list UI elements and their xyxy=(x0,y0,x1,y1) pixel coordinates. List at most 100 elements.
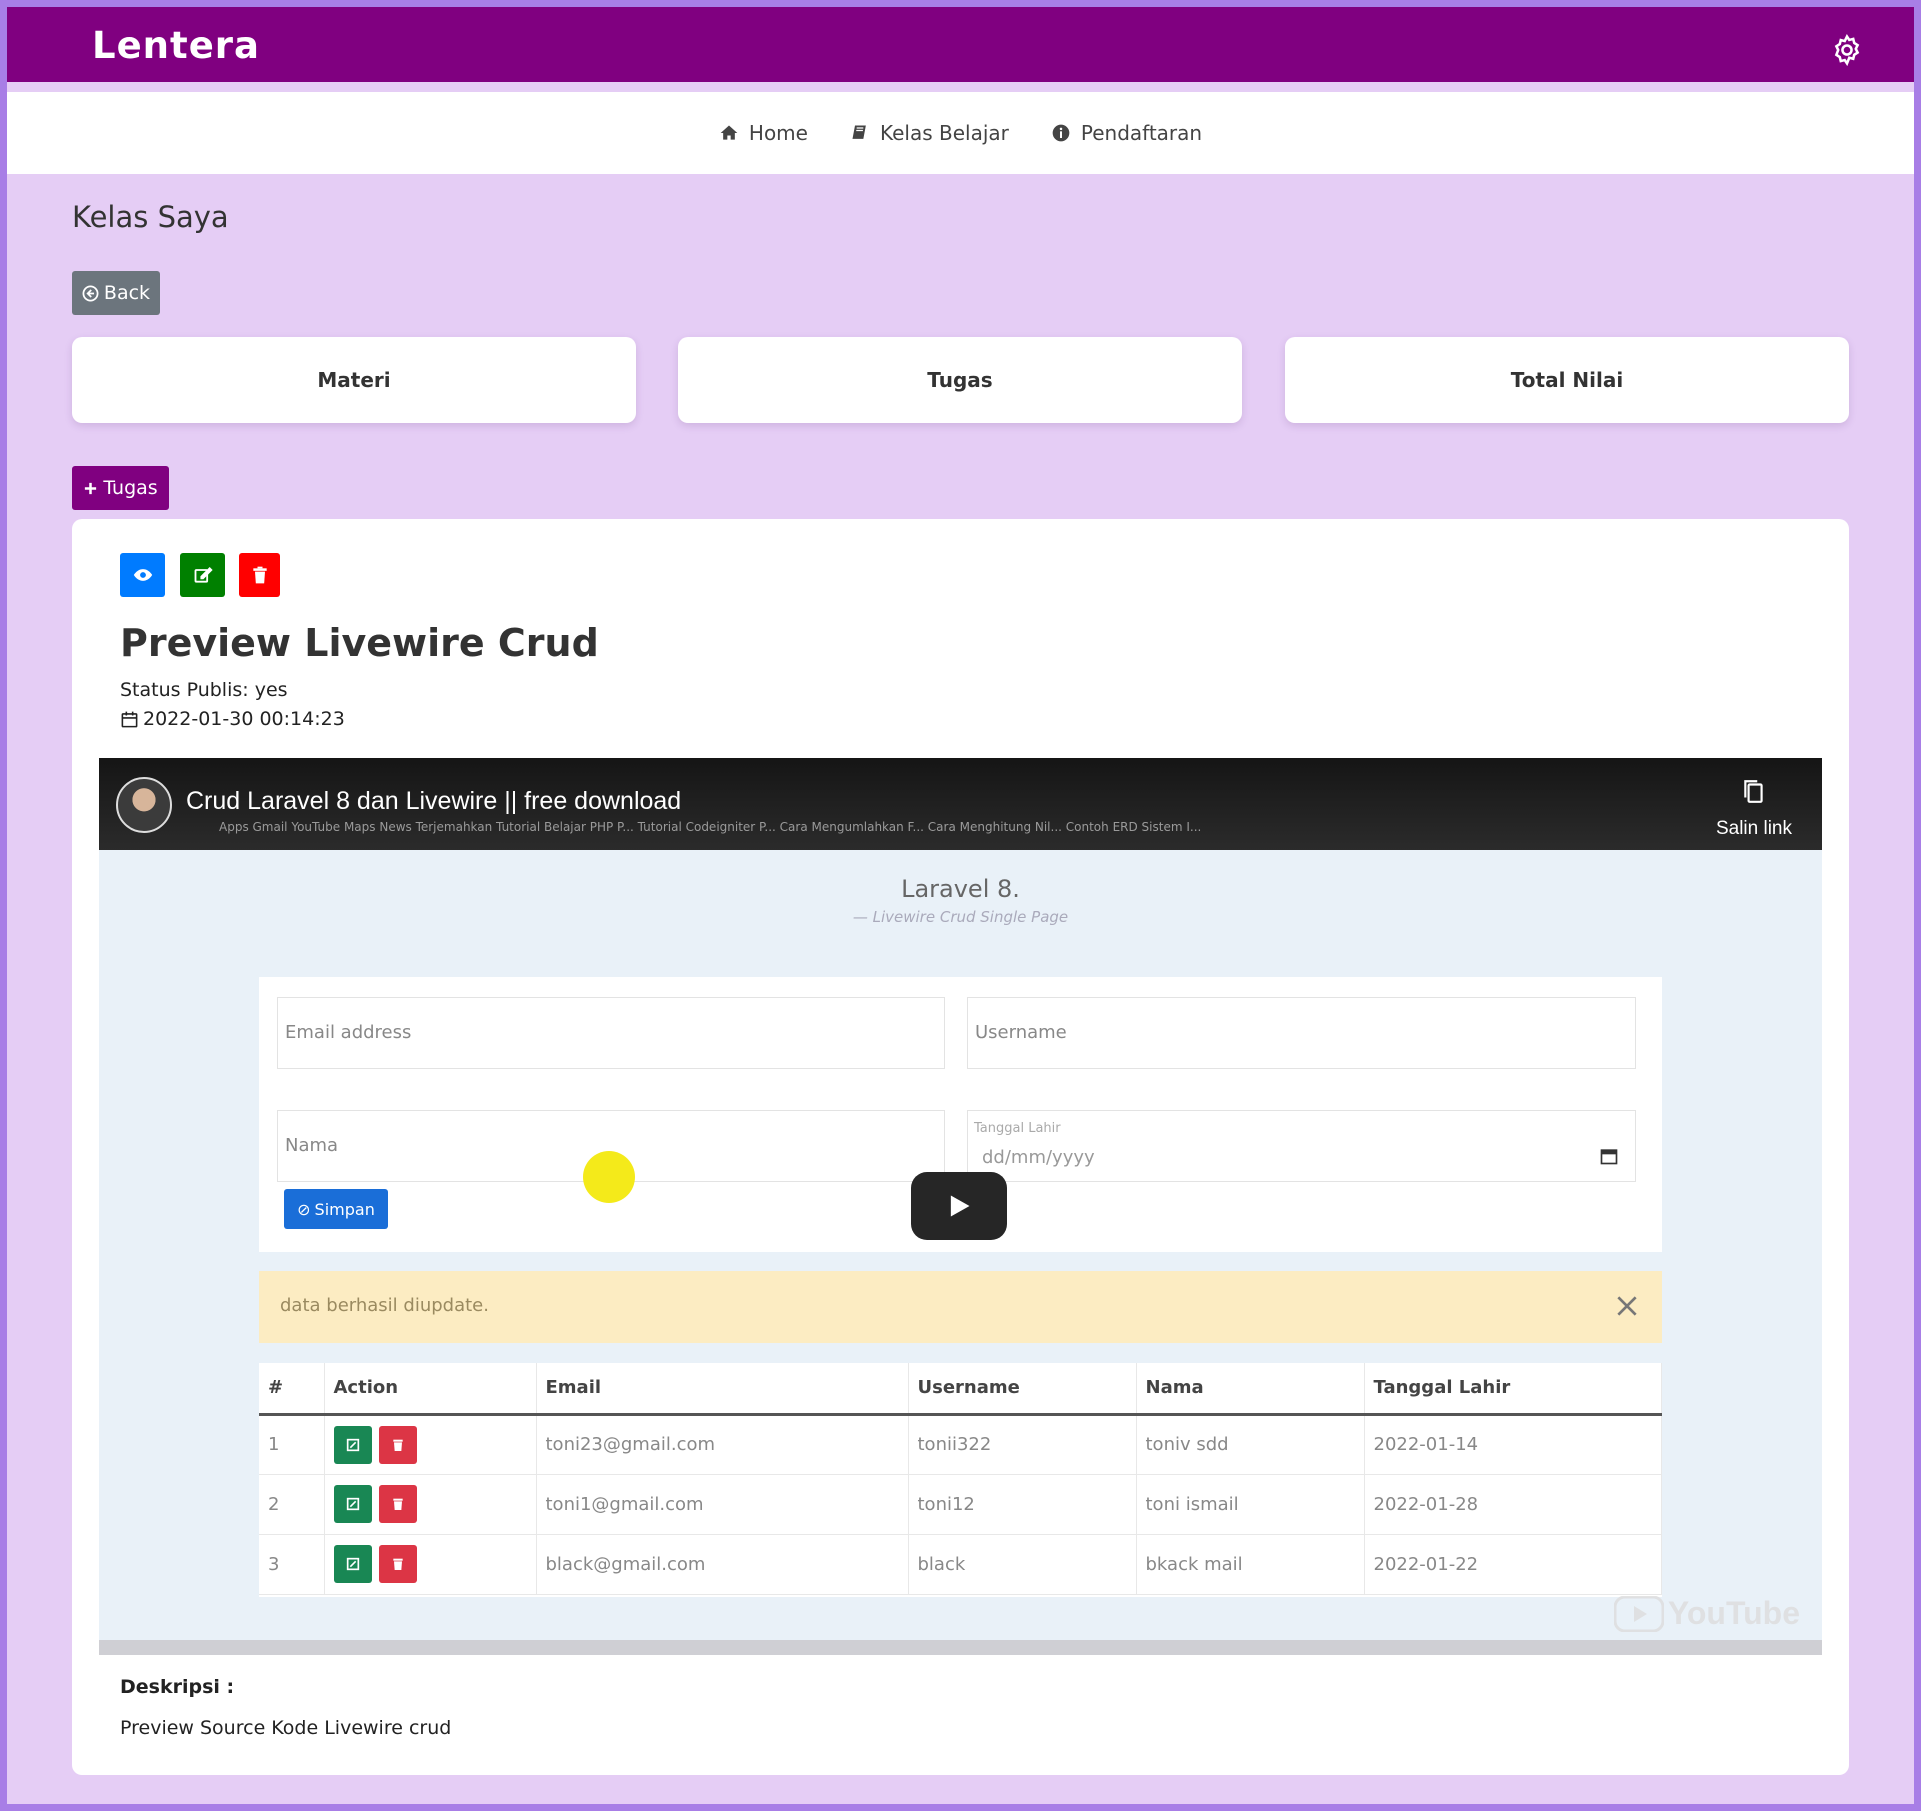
cell-number: 1 xyxy=(259,1414,325,1475)
eye-icon xyxy=(133,569,152,581)
video-app-title: Laravel 8. xyxy=(901,875,1020,903)
post-date-value: 2022-01-30 00:14:23 xyxy=(143,708,345,730)
edit-icon xyxy=(346,1438,359,1451)
edit-icon xyxy=(346,1557,359,1571)
edit-icon xyxy=(194,567,213,583)
success-alert: data berhasil diupdate. xyxy=(259,1271,1662,1343)
table-header-row: # Action Email Username Nama Tanggal Lah… xyxy=(259,1363,1662,1416)
table-row: 3 black@gmail.com black bkack mail 2022-… xyxy=(259,1534,1662,1595)
cell-username: toni12 xyxy=(908,1474,1137,1535)
tab-total-nilai[interactable]: Total Nilai xyxy=(1285,337,1849,423)
nav-home-label: Home xyxy=(748,121,808,145)
cell-username: black xyxy=(908,1534,1137,1595)
row-edit-button xyxy=(333,1425,372,1464)
row-edit-button xyxy=(333,1485,372,1523)
nav-kelas-belajar-label: Kelas Belajar xyxy=(879,121,1009,145)
user-table: # Action Email Username Nama Tanggal Lah… xyxy=(259,1363,1662,1595)
row-delete-button xyxy=(378,1485,417,1523)
col-username: Username xyxy=(908,1363,1137,1416)
trash-icon xyxy=(392,1498,403,1510)
video-app-subtitle: — Livewire Crud Single Page xyxy=(852,908,1069,926)
cell-action xyxy=(324,1534,537,1595)
table-row: 1 toni23@gmail.com tonii322 toniv sdd 20… xyxy=(259,1414,1662,1475)
tanggal-lahir-field: Tanggal Lahir dd/mm/yyyy xyxy=(967,1110,1636,1182)
mouse-cursor-highlight xyxy=(583,1151,635,1203)
table-row: 2 toni1@gmail.com toni12 toni ismail 202… xyxy=(259,1474,1662,1535)
cell-email: black@gmail.com xyxy=(536,1534,909,1595)
cell-action xyxy=(324,1474,537,1535)
cell-tanggal-lahir: 2022-01-28 xyxy=(1364,1474,1662,1535)
cell-nama: toni ismail xyxy=(1136,1474,1365,1535)
trash-icon xyxy=(252,566,267,584)
cell-tanggal-lahir: 2022-01-14 xyxy=(1364,1414,1662,1475)
col-action: Action xyxy=(324,1363,537,1416)
cell-nama: bkack mail xyxy=(1136,1534,1365,1595)
edit-button[interactable] xyxy=(180,553,225,597)
col-email: Email xyxy=(536,1363,909,1416)
view-button[interactable] xyxy=(120,553,165,597)
tanggal-lahir-label: Tanggal Lahir xyxy=(974,1121,1061,1136)
row-delete-button xyxy=(378,1425,417,1464)
youtube-watermark[interactable]: YouTube xyxy=(1613,1595,1800,1632)
youtube-watermark-text: YouTube xyxy=(1667,1595,1800,1631)
col-number: # xyxy=(259,1363,325,1416)
copy-link-label[interactable]: Salin link xyxy=(1716,818,1792,840)
gear-icon[interactable] xyxy=(1830,33,1864,67)
calendar-icon xyxy=(121,711,138,727)
check-circle-icon: ⊘ xyxy=(297,1199,311,1219)
email-field: Email address xyxy=(277,997,945,1069)
plus-icon xyxy=(85,482,97,494)
delete-button[interactable] xyxy=(239,553,280,597)
nav-home[interactable]: Home xyxy=(719,121,808,145)
cell-action xyxy=(324,1414,537,1475)
video-bookmarks-bar: Apps Gmail YouTube Maps News Terjemahkan… xyxy=(219,820,1202,834)
tab-tugas[interactable]: Tugas xyxy=(678,337,1242,423)
youtube-logo-icon xyxy=(1613,1595,1664,1632)
col-tanggal-lahir: Tanggal Lahir xyxy=(1364,1363,1662,1416)
save-label: Simpan xyxy=(314,1199,375,1219)
tanggal-lahir-value: dd/mm/yyyy xyxy=(982,1147,1095,1168)
cell-username: tonii322 xyxy=(908,1414,1137,1475)
cell-nama: toniv sdd xyxy=(1136,1414,1365,1475)
video-embed[interactable]: Apps Gmail YouTube Maps News Terjemahkan… xyxy=(99,758,1822,1655)
play-icon xyxy=(950,1195,970,1217)
info-icon xyxy=(1052,124,1070,142)
cell-tanggal-lahir: 2022-01-22 xyxy=(1364,1534,1662,1595)
brand-logo[interactable]: Lentera xyxy=(92,24,260,67)
cell-number: 2 xyxy=(259,1474,325,1535)
row-edit-button xyxy=(333,1545,372,1583)
alert-text: data berhasil diupdate. xyxy=(280,1295,489,1316)
video-title[interactable]: Crud Laravel 8 dan Livewire || free down… xyxy=(186,787,681,816)
top-bar: Lentera xyxy=(7,7,1914,82)
nav-pendaftaran[interactable]: Pendaftaran xyxy=(1051,121,1202,145)
description-text: Preview Source Kode Livewire crud xyxy=(120,1717,452,1739)
channel-avatar[interactable] xyxy=(116,777,172,833)
back-label: Back xyxy=(103,282,151,304)
col-nama: Nama xyxy=(1136,1363,1365,1416)
tab-materi[interactable]: Materi xyxy=(72,337,636,423)
row-delete-button xyxy=(378,1545,417,1583)
username-field: Username xyxy=(967,997,1636,1069)
post-title: Preview Livewire Crud xyxy=(120,621,599,665)
nav-kelas-belajar[interactable]: Kelas Belajar xyxy=(850,121,1009,145)
cell-email: toni1@gmail.com xyxy=(536,1474,909,1535)
play-button[interactable] xyxy=(911,1172,1007,1240)
video-table-panel: # Action Email Username Nama Tanggal Lah… xyxy=(259,1363,1662,1597)
add-tugas-label: Tugas xyxy=(103,477,158,499)
edit-icon xyxy=(346,1497,359,1511)
book-icon xyxy=(852,125,866,139)
close-icon xyxy=(1617,1296,1637,1316)
save-button: ⊘ Simpan xyxy=(284,1189,388,1229)
publish-status: Status Publis: yes xyxy=(120,679,288,701)
home-icon xyxy=(720,125,738,140)
add-tugas-button[interactable]: Tugas xyxy=(72,466,169,510)
trash-icon xyxy=(392,1439,403,1451)
page-title: Kelas Saya xyxy=(72,200,229,234)
tugas-card: Preview Livewire Crud Status Publis: yes… xyxy=(72,519,1849,1775)
copy-link-icon[interactable] xyxy=(1741,776,1767,806)
video-taskbar xyxy=(99,1640,1822,1655)
cell-email: toni23@gmail.com xyxy=(536,1414,909,1475)
description-label: Deskripsi : xyxy=(120,1676,235,1698)
back-button[interactable]: Back xyxy=(72,271,160,315)
back-arrow-icon xyxy=(82,285,99,301)
